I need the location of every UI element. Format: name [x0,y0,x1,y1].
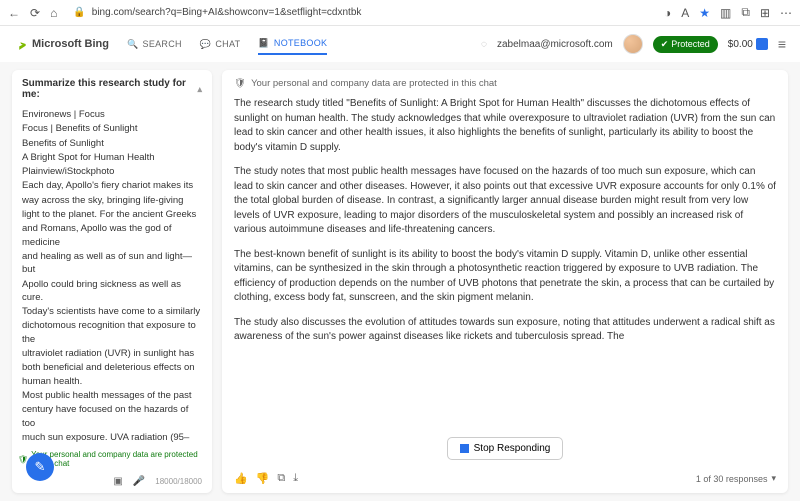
prompt-line: and Romans, Apollo was the god of medici… [22,222,202,249]
export-icon[interactable]: ⤓ [293,472,298,485]
image-attach-icon[interactable]: ▣ [113,476,122,487]
response-notice-text: Your personal and company data are prote… [251,78,497,89]
prompt-line: way across the sky, bringing life-giving [22,194,202,207]
hamburger-icon[interactable]: ≡ [778,36,786,52]
prompt-line: ultraviolet radiation (UVR) in sunlight … [22,347,202,360]
home-icon[interactable]: ⌂ [50,6,57,20]
prompt-line: light to the planet. For the ancient Gre… [22,208,202,221]
wallet[interactable]: $0.00 [728,38,768,50]
chevron-up-icon[interactable]: ▴ [197,84,202,95]
tab-notebook-label: NOTEBOOK [274,38,327,48]
notebook-input-panel: Summarize this research study for me: ▴ … [12,70,212,493]
answer-paragraph: The best-known benefit of sunlight is it… [234,248,776,306]
balance-text: $0.00 [728,39,753,50]
prompt-line: Environews | Focus [22,108,202,121]
refresh-icon[interactable]: ⟳ [30,6,40,20]
prompt-line: both beneficial and deleterious effects … [22,361,202,388]
protected-badge[interactable]: ✔ Protected [653,36,718,53]
protected-label: Protected [671,39,710,49]
more-icon[interactable]: ⋯ [780,6,792,20]
shield-icon: 🛡 [234,78,246,89]
chat-icon: 💬 [200,39,212,50]
split-icon[interactable]: ⧉ [741,5,750,20]
diamond-icon [756,38,768,50]
answer-paragraph: The study notes that most public health … [234,165,776,238]
loading-icon: ◌ [481,39,487,50]
prompt-line: dichotomous recognition that exposure to… [22,319,202,346]
brand-text: Microsoft Bing [32,38,109,50]
notebook-icon: 📓 [258,38,270,49]
stop-label: Stop Responding [474,443,551,454]
stop-icon [460,444,469,453]
prompt-line: much sun exposure. UVA radiation (95–97% [22,431,202,446]
avatar[interactable] [623,34,643,54]
stop-responding-button[interactable]: Stop Responding [447,437,564,460]
thumbs-down-icon[interactable]: 👎 [256,472,270,485]
chevron-down-icon[interactable]: ▾ [771,473,776,484]
tab-search-label: SEARCH [143,39,182,49]
user-email[interactable]: zabelmaa@microsoft.com [497,39,613,50]
note-plus-icon: ✎ [35,459,46,475]
prompt-line: and healing as well as of sun and light—… [22,250,202,277]
tab-chat-label: CHAT [215,39,240,49]
text-size-icon[interactable]: A [681,6,689,20]
tab-search[interactable]: 🔍 SEARCH [127,35,182,54]
brand[interactable]: Microsoft Bing [14,37,109,51]
prompt-line: A Bright Spot for Human Health [22,151,202,164]
prompt-line: Apollo could bring sickness as well as c… [22,278,202,305]
response-counter: 1 of 30 responses ▾ [696,473,776,484]
new-topic-button[interactable]: ✎ [26,453,54,481]
response-counter-text: 1 of 30 responses [696,474,768,484]
input-notice-text: Your personal and company data are prote… [31,450,206,468]
mic-icon[interactable]: 🎤 [133,476,145,487]
prompt-line: Today's scientists have come to a simila… [22,305,202,318]
prompt-line: Benefits of Sunlight [22,137,202,150]
lock-icon: 🔒 [73,7,85,18]
answer-paragraph: The research study titled "Benefits of S… [234,97,776,155]
address-bar[interactable]: 🔒 bing.com/search?q=Bing+AI&showconv=1&s… [73,7,648,18]
thumbs-up-icon[interactable]: 👍 [234,472,248,485]
back-icon[interactable]: ← [8,6,20,20]
prompt-line: Focus | Benefits of Sunlight [22,122,202,135]
char-counter: 18000/18000 [155,477,202,486]
prompt-title: Summarize this research study for me: [22,78,197,100]
tab-notebook[interactable]: 📓 NOTEBOOK [258,34,327,55]
extensions-icon[interactable]: ⊞ [760,6,770,20]
bing-header: Microsoft Bing 🔍 SEARCH 💬 CHAT 📓 NOTEBOO… [0,26,800,62]
prompt-body[interactable]: Environews | FocusFocus | Benefits of Su… [12,108,212,446]
response-panel: 🛡 Your personal and company data are pro… [222,70,788,493]
search-icon: 🔍 [127,39,139,50]
read-aloud-icon[interactable]: ◑ [664,6,671,20]
shield-check-icon: ✔ [661,39,669,50]
browser-toolbar: ← ⟳ ⌂ 🔒 bing.com/search?q=Bing+AI&showco… [0,0,800,26]
answer-paragraph: The study also discusses the evolution o… [234,316,776,345]
prompt-line: Plainview/iStockphoto [22,165,202,178]
bing-logo-icon [14,37,28,51]
copy-icon[interactable]: ⧉ [277,472,285,485]
prompt-line: Each day, Apollo's fiery chariot makes i… [22,179,202,192]
prompt-line: century have focused on the hazards of t… [22,403,202,430]
collections-icon[interactable]: ▥ [720,6,731,20]
favorite-icon[interactable]: ★ [699,6,710,20]
tab-chat[interactable]: 💬 CHAT [200,35,241,54]
url-text: bing.com/search?q=Bing+AI&showconv=1&set… [92,7,362,18]
prompt-line: Most public health messages of the past [22,389,202,402]
answer-body: The research study titled "Benefits of S… [222,97,788,431]
